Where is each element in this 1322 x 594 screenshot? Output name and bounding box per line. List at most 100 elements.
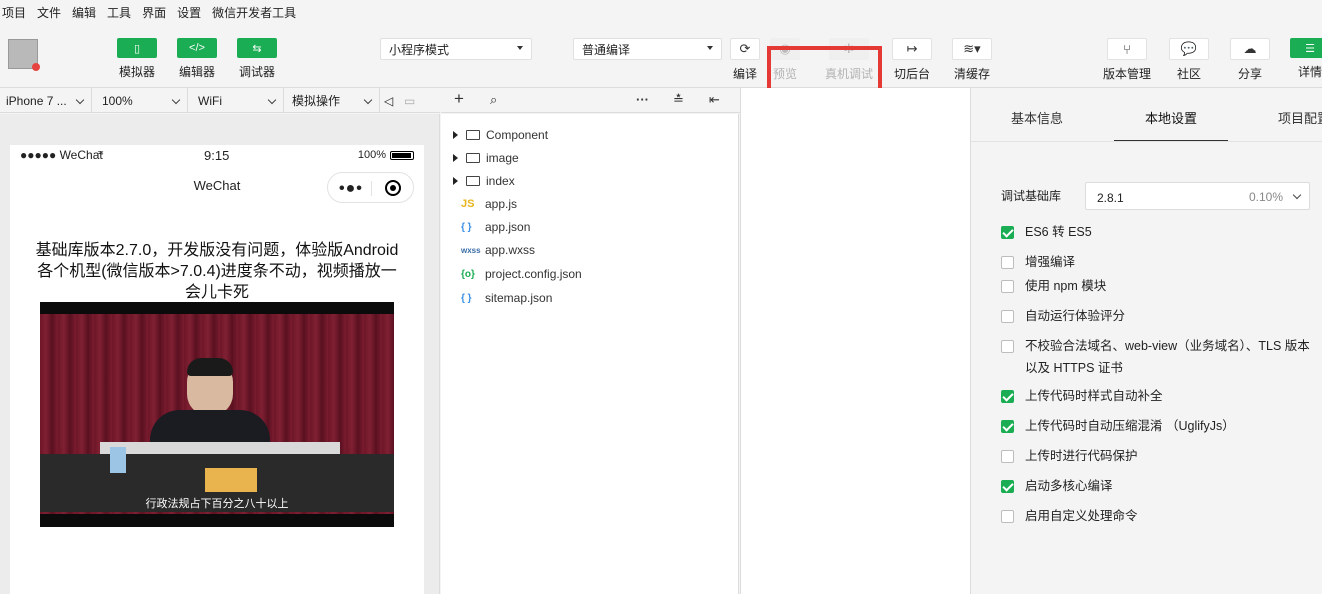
chevron-down-icon [75,95,85,105]
checkbox[interactable] [1001,420,1014,433]
capsule-menu[interactable]: •●• [327,172,414,203]
file-tree-item[interactable]: image [441,148,519,168]
option-enhanced-compile[interactable]: 增强编译 [1001,255,1320,273]
details-panel: 基本信息 本地设置 项目配置 调试基础库 2.8.1 0.10% ES6 转 E… [970,88,1322,594]
editor-area[interactable] [740,88,970,594]
file-tree-toolbar: + ⌕ ··· ≛ ⇤ [441,88,740,113]
operation-select[interactable]: 模拟操作 [284,88,380,113]
option-es6[interactable]: ES6 转 ES5 [1001,225,1320,243]
network-select[interactable]: WiFi [188,88,284,113]
phone-icon: ▯ [117,38,157,58]
community-button[interactable]: 💬 社区 [1166,38,1212,82]
caret-down-icon [517,46,523,50]
option-style-autoprefix[interactable]: 上传代码时样式自动补全 [1001,389,1320,407]
chat-icon: 💬 [1169,38,1209,60]
device-select[interactable]: iPhone 7 ... [0,88,92,113]
menu-file[interactable]: 文件 [37,4,61,21]
status-bar: ●●●●● WeChat ≈ 9:15 100% [10,145,424,165]
checkbox[interactable] [1001,480,1014,493]
option-npm[interactable]: 使用 npm 模块 [1001,279,1320,297]
tab-local-settings[interactable]: 本地设置 [1145,108,1197,127]
file-tree-item[interactable]: { } sitemap.json [441,288,552,308]
compile-mode-select[interactable]: 普通编译 [573,38,722,60]
wifi-icon: ≈ [98,148,104,159]
checkbox[interactable] [1001,310,1014,323]
branch-icon: ⑂ [1107,38,1147,60]
option-uglify[interactable]: 上传代码时自动压缩混淆 （UglifyJs） [1001,419,1320,437]
option-skip-domain-check[interactable]: 不校验合法域名、web-view（业务域名）、TLS 版本以及 HTTPS 证书 [1001,339,1320,379]
menu-devtools[interactable]: 微信开发者工具 [212,4,296,21]
dock-icon[interactable]: ⇤ [709,92,720,108]
add-icon[interactable]: + [454,89,464,109]
details-button[interactable]: ☰ 详情 [1287,38,1322,80]
file-tree: Component image index JS app.js { } app.js… [441,114,739,594]
simulator-area: ●●●●● WeChat ≈ 9:15 100% WeChat •●• 基础库版… [0,114,440,594]
checkbox[interactable] [1001,510,1014,523]
devtools-window: 项目 文件 编辑 工具 界面 设置 微信开发者工具 ▯ 模拟器 </> 编辑器 … [0,0,1322,594]
menu-tools[interactable]: 工具 [107,4,131,21]
menu-settings[interactable]: 设置 [177,4,201,21]
menu-edit[interactable]: 编辑 [72,4,96,21]
checkbox[interactable] [1001,280,1014,293]
option-auto-audit[interactable]: 自动运行体验评分 [1001,309,1320,327]
volume-icon[interactable]: ◁ [380,88,400,113]
expand-triangle-icon [453,131,458,139]
clear-cache-button[interactable]: ≋▾ 清缓存 [949,38,995,82]
debugger-button[interactable]: ⇆ 调试器 [232,38,282,80]
compile-button[interactable]: ⟳ 编译 [726,38,764,82]
checkbox[interactable] [1001,256,1014,269]
checkbox[interactable] [1001,226,1014,239]
refresh-icon: ⟳ [730,38,760,60]
tab-project-config[interactable]: 项目配置 [1278,108,1322,127]
search-icon[interactable]: ⌕ [490,92,497,108]
option-custom-command[interactable]: 启用自定义处理命令 [1001,509,1320,527]
tab-basic-info[interactable]: 基本信息 [1011,108,1063,127]
file-tree-item[interactable]: index [441,171,515,191]
status-dot [32,63,40,71]
active-tab-indicator [1114,140,1228,141]
editor-button[interactable]: </> 编辑器 [172,38,222,80]
wxss-file-icon: wxss [461,245,481,255]
menu-icon: ☰ [1290,38,1322,58]
mode-select[interactable]: 小程序模式 [380,38,532,60]
menu-project[interactable]: 项目 [2,4,26,21]
more-icon[interactable]: ··· [636,92,649,107]
chevron-down-icon [171,95,181,105]
expand-triangle-icon [453,154,458,162]
background-button[interactable]: ↦ 切后台 [889,38,935,82]
more-dots-icon[interactable]: •●• [339,180,363,198]
close-circle-icon[interactable] [385,180,401,196]
checkbox[interactable] [1001,390,1014,403]
file-tree-item[interactable]: JS app.js [441,194,517,214]
option-multicore-compile[interactable]: 启动多核心编译 [1001,479,1320,497]
lib-version-label: 调试基础库 [1001,189,1062,203]
simulator-button[interactable]: ▯ 模拟器 [112,38,162,80]
checkbox[interactable] [1001,340,1014,353]
video-subtitle: 行政法规占下百分之八十以上 [145,498,289,510]
version-button[interactable]: ⑂ 版本管理 [1100,38,1154,82]
chevron-down-icon [267,95,277,105]
lib-version-select[interactable]: 2.8.1 0.10% [1085,182,1310,210]
menu-view[interactable]: 界面 [142,4,166,21]
js-file-icon: JS [461,198,475,210]
layers-icon: ≋▾ [952,38,992,60]
file-tree-item[interactable]: { } app.json [441,217,530,237]
file-tree-item[interactable]: {o} project.config.json [441,264,582,284]
video-player[interactable]: 行政法规占下百分之八十以上 [40,302,394,527]
battery-icon [390,151,414,160]
folder-icon [466,130,480,140]
popout-icon[interactable]: ▭ [400,88,422,113]
json-file-icon: { } [461,292,472,304]
share-button[interactable]: ☁ 分享 [1227,38,1273,82]
avatar[interactable] [8,39,40,71]
file-tree-item[interactable]: wxss app.wxss [441,240,535,260]
toolbar: ▯ 模拟器 </> 编辑器 ⇆ 调试器 小程序模式 普通编译 ⟳ 编译 ◉ 预览… [0,24,1322,116]
option-code-protect[interactable]: 上传时进行代码保护 [1001,449,1320,467]
collapse-icon[interactable]: ≛ [673,92,684,108]
json-file-icon: { } [461,221,472,233]
file-tree-item[interactable]: Component [441,125,548,145]
checkbox[interactable] [1001,450,1014,463]
code-icon: </> [177,38,217,58]
video-person-hair [187,358,233,376]
zoom-select[interactable]: 100% [92,88,188,113]
